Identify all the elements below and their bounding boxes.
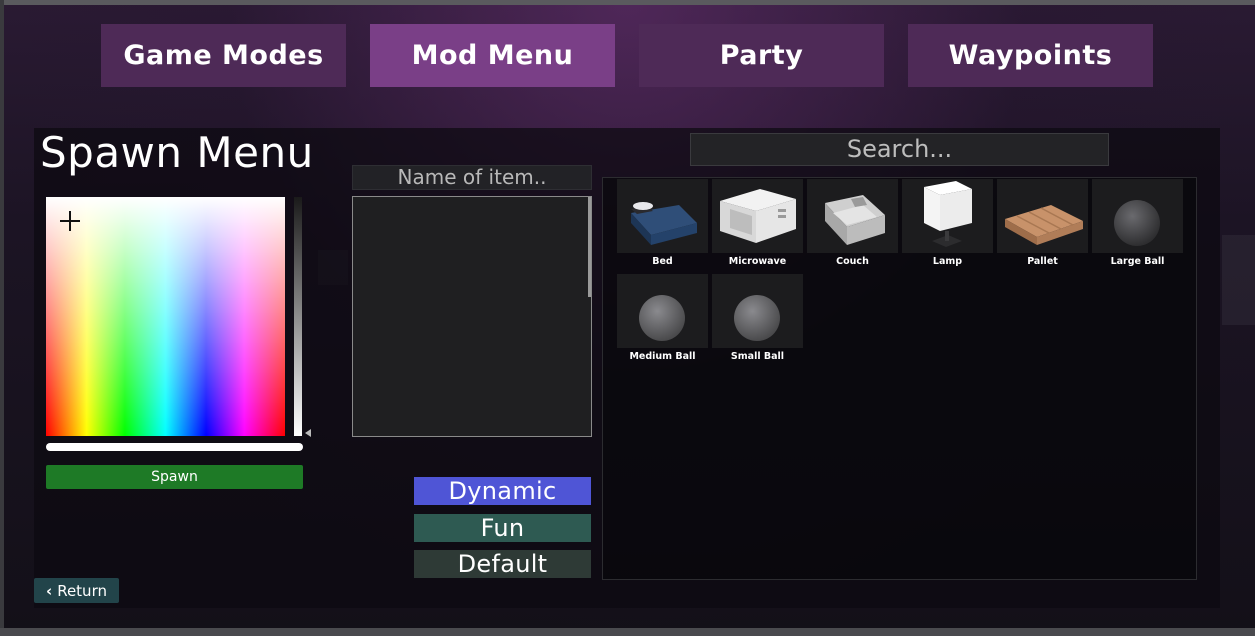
bed-icon (631, 202, 697, 245)
game-screen: Game Modes Mod Menu Party Waypoints Spaw… (0, 0, 1255, 636)
color-picker-square[interactable] (46, 197, 285, 436)
item-label: Medium Ball (629, 351, 696, 362)
tab-party[interactable]: Party (639, 24, 884, 87)
spawn-button[interactable]: Spawn (46, 465, 303, 489)
item-list-box[interactable] (352, 196, 592, 437)
tab-game-modes[interactable]: Game Modes (101, 24, 346, 87)
microwave-icon (720, 189, 796, 243)
ball-icon (639, 295, 685, 341)
item-label: Microwave (728, 256, 787, 267)
item-label: Small Ball (730, 351, 785, 362)
frame-top-edge (0, 0, 1255, 5)
chevron-left-icon: ‹ (46, 581, 53, 600)
item-label: Bed (652, 256, 673, 267)
background-wall (1222, 235, 1255, 325)
brightness-slider[interactable] (294, 197, 302, 436)
color-preview-bar[interactable] (46, 443, 303, 451)
page-title: Spawn Menu (40, 128, 314, 177)
tab-mod-menu[interactable]: Mod Menu (370, 24, 615, 87)
ball-icon (734, 295, 780, 341)
dynamic-button[interactable]: Dynamic (414, 477, 591, 505)
default-button[interactable]: Default (414, 550, 591, 578)
search-input[interactable]: Search... (690, 133, 1109, 166)
item-tile-couch[interactable]: Couch (807, 179, 898, 267)
item-tile-bed[interactable]: Bed (617, 179, 708, 267)
item-tile-microwave[interactable]: Microwave (712, 179, 803, 267)
frame-left-edge (0, 0, 4, 636)
item-tile-large-ball[interactable]: Large Ball (1092, 179, 1183, 267)
return-button[interactable]: ‹ Return (34, 578, 119, 603)
item-tile-medium-ball[interactable]: Medium Ball (617, 274, 708, 362)
item-tile-lamp[interactable]: Lamp (902, 179, 993, 267)
item-label: Lamp (932, 256, 963, 267)
brightness-marker-icon[interactable] (305, 429, 311, 437)
frame-bottom-edge (0, 628, 1255, 636)
ball-icon (1114, 200, 1160, 246)
item-tile-pallet[interactable]: Pallet (997, 179, 1088, 267)
tab-waypoints[interactable]: Waypoints (908, 24, 1153, 87)
return-label: Return (57, 581, 107, 600)
pallet-icon (1005, 205, 1083, 245)
color-picker-crosshair-icon[interactable] (60, 211, 80, 231)
couch-icon (825, 195, 885, 245)
item-label: Pallet (1027, 256, 1058, 267)
fun-button[interactable]: Fun (414, 514, 591, 542)
item-list-scrollbar[interactable] (588, 197, 591, 297)
item-label: Couch (836, 256, 869, 267)
lamp-icon (924, 181, 972, 247)
item-tile-small-ball[interactable]: Small Ball (712, 274, 803, 362)
item-label: Large Ball (1110, 256, 1165, 267)
item-name-input[interactable]: Name of item.. (352, 165, 592, 190)
